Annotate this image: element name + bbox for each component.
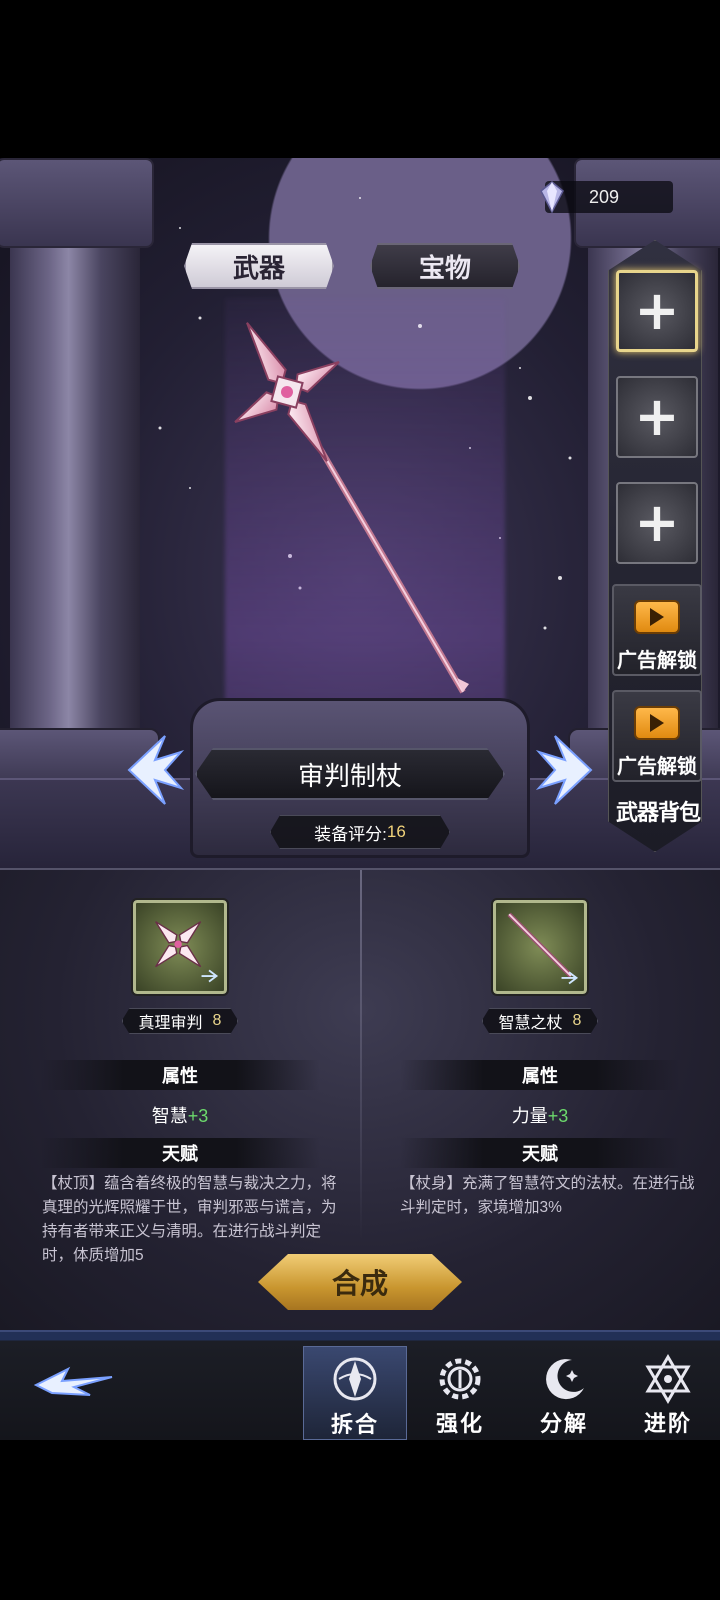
crystal-gem-icon [540, 181, 564, 213]
column-divider [360, 870, 362, 1240]
top-tab-bar: 武器 宝物 [184, 243, 520, 289]
nav-label: 进阶 [643, 1411, 692, 1437]
weapon-slot-2[interactable]: + [616, 376, 698, 458]
add-icon: + [634, 491, 680, 554]
ad-unlock-slot-1[interactable]: 广告解锁 [612, 584, 702, 676]
part-name: 智慧之杖 [498, 1015, 563, 1032]
weapon-slot-3[interactable]: + [616, 482, 698, 564]
nav-tab-strengthen[interactable]: 强化 [408, 1346, 512, 1440]
stat-bonus: +3 [547, 1106, 569, 1126]
tab-treasure[interactable]: 宝物 [370, 243, 520, 289]
judgment-staff-image [234, 322, 469, 694]
hexagram-advance-icon [645, 1354, 691, 1404]
nav-label: 强化 [435, 1411, 484, 1437]
ad-unlock-slot-2[interactable]: 广告解锁 [612, 690, 702, 782]
nav-tab-decompose[interactable]: 分解 [512, 1346, 616, 1440]
talent-heading: 天赋 [400, 1138, 680, 1168]
ad-unlock-label: 广告解锁 [617, 648, 697, 672]
weapon-bag-button[interactable]: 武器背包 [612, 795, 704, 827]
nav-tab-advance[interactable]: 进阶 [616, 1346, 720, 1440]
back-arrow-icon[interactable] [34, 1365, 114, 1405]
previous-arrow-icon[interactable] [125, 730, 185, 810]
part-level: 8 [212, 1012, 222, 1029]
weapon-name: 审判制杖 [297, 760, 402, 791]
score-label: 装备评分: [314, 824, 387, 844]
video-play-icon [634, 600, 680, 634]
part-name-tag: 智慧之杖 8 [360, 1008, 720, 1034]
ad-unlock-label: 广告解锁 [617, 754, 697, 778]
stat-name: 力量 [511, 1106, 548, 1126]
weapon-slot-1[interactable]: + [616, 270, 698, 352]
staff-shaft-part-icon[interactable] [491, 898, 589, 996]
moon-decompose-icon [546, 1359, 584, 1400]
part-level: 8 [572, 1012, 582, 1029]
attribute-stat: 智慧+3 [0, 1102, 360, 1128]
staff-head-part-icon[interactable] [131, 898, 229, 996]
dismantle-merge-icon [333, 1357, 377, 1401]
gear-strengthen-icon [439, 1358, 481, 1400]
add-icon: + [634, 279, 680, 342]
part-name: 真理审判 [138, 1015, 203, 1032]
nav-label: 分解 [539, 1411, 588, 1437]
add-icon: + [634, 385, 680, 448]
attribute-heading: 属性 [40, 1060, 320, 1090]
talent-description: 【杖身】充满了智慧符文的法杖。在进行战斗判定时，家境增加3% [400, 1175, 695, 1216]
nav-label: 拆合 [330, 1412, 379, 1438]
equipment-score: 装备评分: 16 [270, 815, 450, 849]
currency-amount: 209 [589, 186, 620, 207]
score-value: 16 [386, 822, 406, 841]
attribute-stat: 力量+3 [360, 1102, 720, 1128]
part-name-tag: 真理审判 8 [0, 1008, 360, 1034]
craft-button[interactable]: 合成 [258, 1254, 462, 1310]
next-arrow-icon[interactable] [535, 730, 595, 810]
talent-heading: 天赋 [40, 1138, 320, 1168]
stat-bonus: +3 [187, 1106, 209, 1126]
nav-tab-dismantle[interactable]: 拆合 [303, 1346, 407, 1440]
stat-name: 智慧 [151, 1106, 188, 1126]
talent-description: 【杖顶】蕴含着终极的智慧与裁决之力，将真理的光辉照耀于世，审判邪恶与谎言，为持有… [42, 1175, 337, 1264]
left-pillar [0, 158, 160, 808]
currency-counter: 209 [540, 181, 673, 213]
tab-weapon[interactable]: 武器 [184, 243, 334, 289]
weapon-name-plate: 审判制杖 [195, 748, 505, 800]
video-play-icon [634, 706, 680, 740]
attribute-heading: 属性 [400, 1060, 680, 1090]
